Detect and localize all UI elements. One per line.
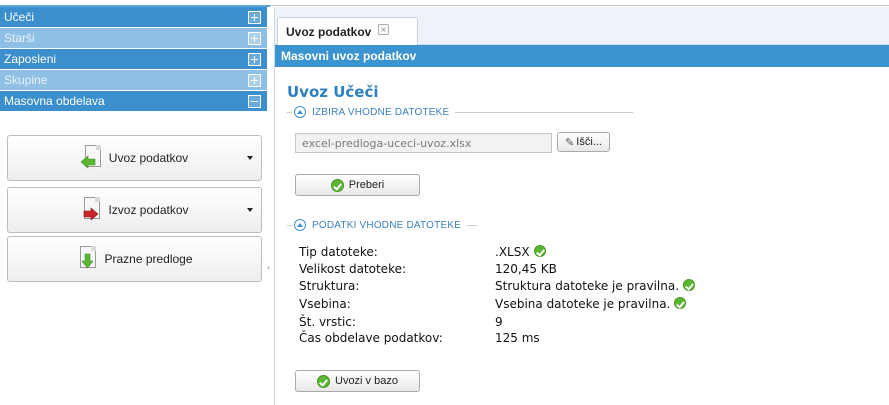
dropdown-caret-icon[interactable] xyxy=(247,156,253,160)
tab-uvoz-podatkov[interactable]: Uvoz podatkov × xyxy=(277,17,418,45)
accordion-masovna-obdelava[interactable]: Masovna obdelava xyxy=(0,91,267,112)
accordion-starsi[interactable]: Starši xyxy=(0,28,267,49)
section-title: PODATKI VHODNE DATOTEKE xyxy=(312,219,462,231)
main-panel: Uvoz podatkov × Masovni uvoz podatkov Uv… xyxy=(274,7,889,405)
read-label: Preberi xyxy=(348,179,385,191)
browse-label: Išči... xyxy=(576,136,602,148)
accordion-label: Učeči xyxy=(4,10,35,24)
tab-bar: Uvoz podatkov × xyxy=(275,7,889,45)
tab-label: Uvoz podatkov xyxy=(286,25,372,39)
import-to-database-button[interactable]: Uvozi v bazo xyxy=(295,370,420,392)
section-file-selection-header[interactable]: IZBIRA VHODNE DATOTEKE xyxy=(287,106,634,118)
panel-header-title: Masovni uvoz podatkov xyxy=(281,49,417,63)
accordion-label: Masovna obdelava xyxy=(4,94,105,108)
info-value: .XLSX xyxy=(495,245,546,259)
info-label: Vsebina: xyxy=(299,297,351,311)
panel-header: Masovni uvoz podatkov xyxy=(275,45,889,67)
export-data-button[interactable]: Izvoz podatkov xyxy=(7,187,262,233)
expand-plus-icon[interactable] xyxy=(248,31,261,45)
info-value: 125 ms xyxy=(495,331,540,345)
top-strip xyxy=(0,0,889,7)
browse-button[interactable]: ✎ Išči... xyxy=(557,132,610,152)
info-label: Čas obdelave podatkov: xyxy=(299,331,443,345)
accordion-uceci[interactable]: Učeči xyxy=(0,7,267,28)
file-path-input[interactable]: excel-predloga-uceci-uvoz.xlsx xyxy=(295,133,552,153)
section-title: IZBIRA VHODNE DATOTEKE xyxy=(312,106,450,118)
expand-plus-icon[interactable] xyxy=(248,52,261,66)
import-data-button[interactable]: Uvoz podatkov xyxy=(7,135,262,181)
section-file-data-header[interactable]: PODATKI VHODNE DATOTEKE xyxy=(287,219,478,231)
blank-templates-button[interactable]: Prazne predloge xyxy=(7,236,262,282)
check-circle-icon xyxy=(317,374,330,388)
accordion-label: Starši xyxy=(4,31,35,45)
accordion-skupine[interactable]: Skupine xyxy=(0,70,267,91)
page-title: Uvoz Učeči xyxy=(287,83,379,101)
info-label: Struktura: xyxy=(299,279,360,293)
paperclip-icon: ✎ xyxy=(565,136,575,149)
sidebar-collapse-handle[interactable]: ‹ xyxy=(266,248,272,288)
info-value: Vsebina datoteke je pravilna. xyxy=(495,297,687,311)
check-circle-icon xyxy=(533,245,546,257)
info-label: Št. vrstic: xyxy=(299,315,356,329)
close-icon[interactable]: × xyxy=(378,24,389,35)
import-label: Uvozi v bazo xyxy=(335,375,398,387)
accordion-label: Zaposleni xyxy=(4,52,57,66)
blank-template-icon xyxy=(76,246,98,272)
info-value: Struktura datoteke je pravilna. xyxy=(495,279,696,293)
expand-plus-icon[interactable] xyxy=(248,10,261,24)
info-value: 120,45 KB xyxy=(495,262,557,276)
export-document-icon xyxy=(80,197,102,223)
info-value: 9 xyxy=(495,315,503,329)
expand-plus-icon[interactable] xyxy=(248,73,261,87)
dropdown-caret-icon[interactable] xyxy=(247,208,253,212)
check-circle-icon xyxy=(674,297,687,309)
button-label: Izvoz podatkov xyxy=(108,203,189,217)
info-label: Velikost datoteke: xyxy=(299,262,407,276)
collapse-section-icon[interactable] xyxy=(294,106,306,118)
read-button[interactable]: Preberi xyxy=(295,174,420,196)
top-strip-divider xyxy=(270,5,889,6)
sidebar: Učeči Starši Zaposleni Skupine Masovna o… xyxy=(0,7,267,405)
collapse-minus-icon[interactable] xyxy=(248,94,261,108)
check-circle-icon xyxy=(683,279,696,291)
check-circle-icon xyxy=(330,178,344,192)
info-label: Tip datoteke: xyxy=(299,245,378,259)
chevron-left-icon: ‹ xyxy=(267,263,271,272)
button-label: Uvoz podatkov xyxy=(108,151,189,165)
import-document-icon xyxy=(80,145,103,171)
accordion-zaposleni[interactable]: Zaposleni xyxy=(0,49,267,70)
accordion-label: Skupine xyxy=(4,73,48,87)
collapse-section-icon[interactable] xyxy=(294,219,306,231)
button-label: Prazne predloge xyxy=(104,252,193,266)
